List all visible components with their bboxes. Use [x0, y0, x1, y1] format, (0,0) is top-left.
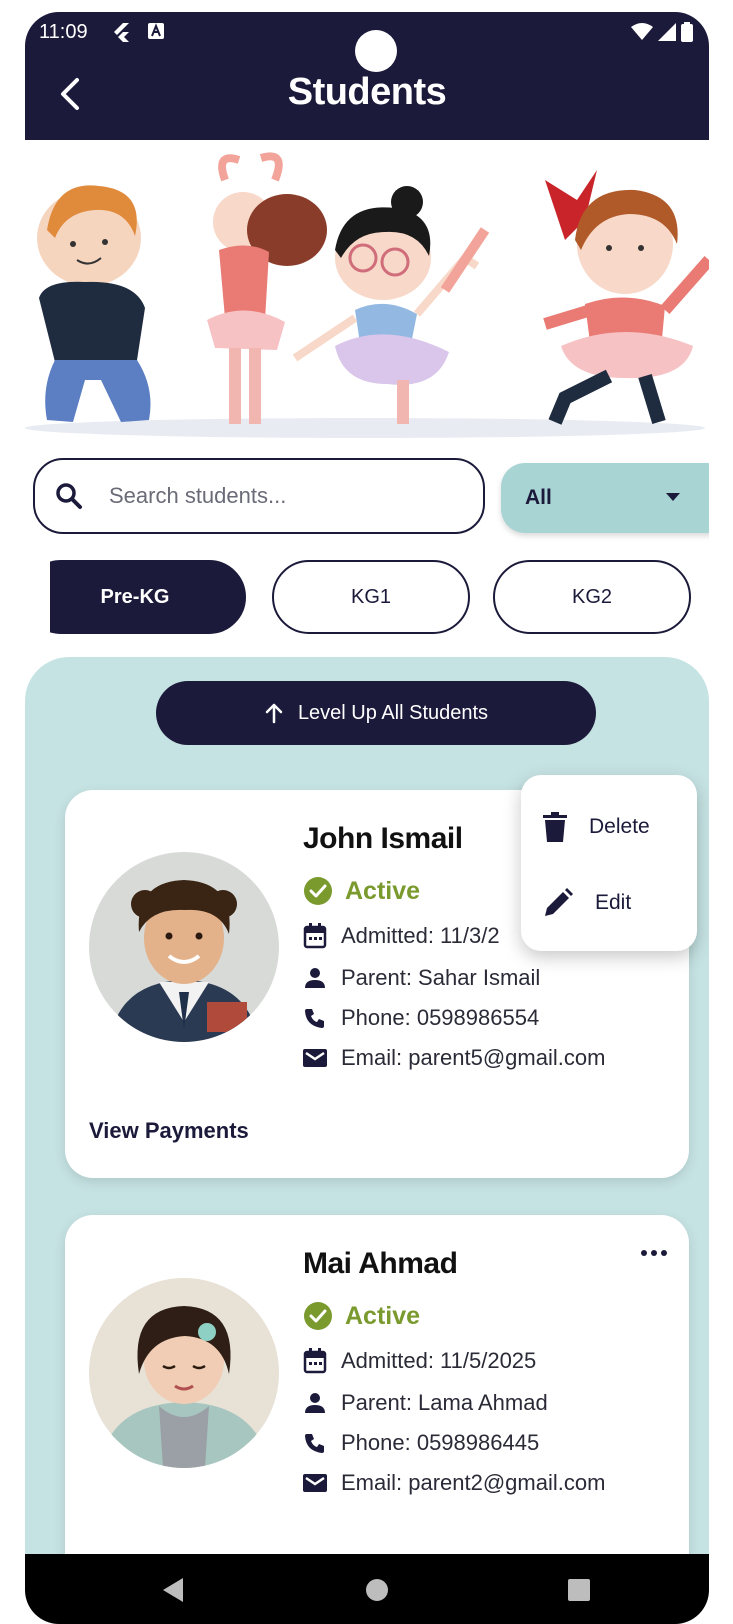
phone-text: Phone: 0598986445 [341, 1430, 540, 1455]
pencil-icon [545, 888, 573, 916]
search-input[interactable] [109, 483, 439, 509]
email-text: Email: parent2@gmail.com [341, 1470, 606, 1495]
search-icon [56, 483, 82, 509]
trash-icon [543, 812, 567, 842]
parent-row: Parent: Sahar Ismail [303, 958, 683, 998]
delete-label: Delete [589, 815, 650, 838]
phone-text: Phone: 0598986554 [341, 1005, 540, 1030]
email-row: Email: parent2@gmail.com [303, 1463, 683, 1503]
student-avatar [89, 852, 279, 1042]
tab-kg1[interactable]: KG1 [272, 560, 470, 634]
person-icon [305, 968, 325, 988]
signal-icon [658, 23, 676, 41]
student-avatar [89, 1278, 279, 1468]
phone-screen: 11:09 Students Search students... All Pr… [25, 12, 709, 1624]
menu-item-edit[interactable]: Edit [543, 883, 631, 923]
parent-row: Parent: Lama Ahmad [303, 1383, 683, 1423]
boy-illustration [37, 185, 151, 422]
tab-pre-kg[interactable]: Pre-KG [50, 560, 246, 634]
status-label: Active [345, 1301, 421, 1330]
edit-label: Edit [595, 891, 632, 914]
check-circle-icon [304, 877, 332, 905]
menu-item-delete[interactable]: Delete [543, 807, 650, 847]
level-tabs: Pre-KG KG1 KG2 [50, 560, 709, 636]
nav-home-icon[interactable] [365, 1578, 389, 1602]
dancing-kids-banner [25, 140, 709, 452]
phone-icon [305, 1434, 324, 1453]
admitted-row: Admitted: 11/5/2025 [303, 1339, 683, 1383]
admitted-text: Admitted: 11/5/2025 [341, 1348, 537, 1373]
phone-row: Phone: 0598986445 [303, 1423, 683, 1463]
parent-text: Parent: Sahar Ismail [341, 965, 541, 990]
card-context-menu: Delete Edit [521, 775, 697, 951]
parent-text: Parent: Lama Ahmad [341, 1390, 548, 1415]
email-text: Email: parent5@gmail.com [341, 1045, 606, 1070]
nav-recents-icon[interactable] [567, 1578, 591, 1602]
tab-kg2[interactable]: KG2 [493, 560, 691, 634]
phone-row: Phone: 0598986554 [303, 998, 683, 1038]
search-bar[interactable] [33, 458, 485, 534]
admitted-text: Admitted: 11/3/2 [341, 923, 500, 948]
filter-selected: All [525, 486, 552, 509]
status-badge: Active [303, 1299, 683, 1333]
student-name: Mai Ahmad [303, 1247, 458, 1280]
camera-cutout [355, 30, 397, 72]
calendar-icon [303, 1348, 327, 1374]
level-up-all-button[interactable]: Level Up All Students [156, 681, 596, 745]
keyboard-badge-icon [147, 22, 165, 45]
status-icons [631, 22, 693, 42]
flutter-icon [111, 22, 131, 47]
view-payments-link[interactable]: View Payments [89, 1118, 249, 1144]
email-row: Email: parent5@gmail.com [303, 1038, 683, 1078]
check-circle-icon [304, 1302, 332, 1330]
student-info: Mai Ahmad Active Admitted: 11/5/2025 Par… [303, 1247, 683, 1503]
battery-icon [681, 22, 693, 42]
filter-dropdown[interactable]: All [501, 463, 709, 533]
app-header: 11:09 Students [25, 12, 709, 140]
nav-back-icon[interactable] [163, 1578, 185, 1602]
page-title: Students [287, 71, 447, 113]
status-time: 11:09 [39, 21, 88, 43]
wifi-icon [631, 23, 653, 40]
status-label: Active [345, 876, 421, 905]
girl-bow-illustration [543, 170, 709, 425]
calendar-icon [303, 923, 327, 949]
level-up-label: Level Up All Students [297, 701, 489, 724]
arrow-up-icon [265, 703, 283, 724]
status-bar: 11:09 [25, 12, 709, 72]
mail-icon [303, 1049, 327, 1067]
phone-icon [305, 1009, 324, 1028]
person-icon [305, 1393, 325, 1413]
caret-down-icon [666, 493, 680, 501]
system-nav-bar [25, 1554, 709, 1624]
mail-icon [303, 1474, 327, 1492]
ballerina-illustration [207, 152, 327, 424]
